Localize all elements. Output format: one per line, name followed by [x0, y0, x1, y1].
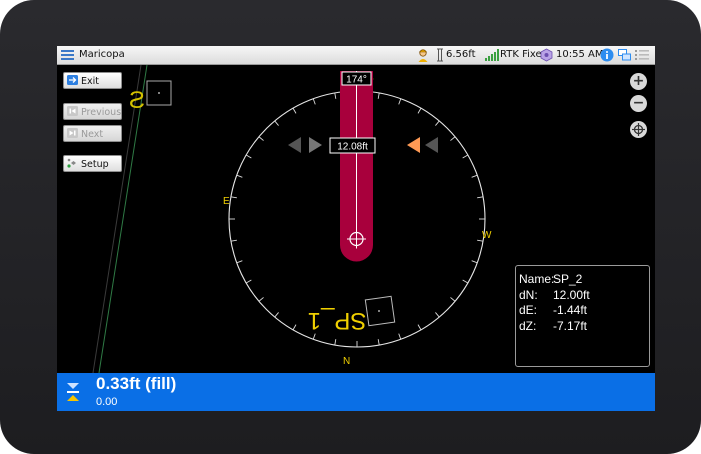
compass-tick	[450, 136, 456, 141]
windows-icon[interactable]	[618, 49, 631, 61]
compass-tick	[462, 154, 469, 159]
previous-icon	[67, 105, 78, 116]
exit-icon	[67, 74, 78, 85]
compass-tick	[274, 120, 279, 126]
zoom-in-button[interactable]: +	[630, 73, 647, 90]
list-icon[interactable]	[635, 49, 649, 61]
clock: 10:55 AM	[556, 49, 604, 60]
setup-label: Setup	[81, 159, 109, 170]
tablet-bezel: Maricopa 6.56ft RTK Fixed 10:55 AM S N E…	[0, 0, 701, 454]
compass-tick	[377, 92, 380, 99]
zoom-out-button[interactable]: −	[630, 95, 647, 112]
target-point-label: SP_1	[308, 307, 367, 334]
compass-tick	[236, 174, 243, 178]
right-arrow-icon	[425, 137, 438, 153]
dz-value: -7.17ft	[553, 318, 588, 333]
compass-tick	[462, 279, 469, 284]
cut-fill-value: 0.33ft (fill)	[96, 374, 177, 393]
compass-tick	[245, 154, 252, 159]
compass-west-label: W	[482, 230, 492, 241]
compass-tick	[471, 260, 478, 264]
compass-tick	[292, 107, 297, 114]
compass-east-label: E	[223, 196, 230, 207]
setup-icon	[67, 157, 78, 168]
compass-tick	[398, 98, 402, 105]
status-bar: Maricopa 6.56ft RTK Fixed 10:55 AM	[57, 46, 655, 65]
elevation-value: 0.00	[96, 396, 118, 408]
exit-label: Exit	[81, 76, 99, 87]
background-point-label: S	[129, 87, 145, 114]
de-label: dE:	[519, 303, 538, 317]
signal-strength-icon	[485, 49, 499, 61]
compass-tick	[435, 312, 440, 318]
dz-label: dZ:	[519, 318, 537, 333]
antenna-height[interactable]: 6.56ft	[446, 46, 476, 64]
left-arrow-icon	[309, 137, 322, 153]
left-arrow-icon	[288, 137, 301, 153]
dn-value: 12.00ft	[553, 287, 590, 302]
compass-tick	[274, 312, 279, 318]
compass-tick	[245, 279, 252, 284]
de-value: -1.44ft	[553, 303, 588, 317]
compass-tick	[377, 339, 380, 346]
exit-button[interactable]: Exit	[63, 72, 122, 89]
antenna-height-icon	[435, 48, 445, 62]
previous-button[interactable]: Previous	[63, 103, 122, 120]
compass-tick	[398, 333, 402, 340]
compass-tick	[450, 297, 456, 302]
screen: Maricopa 6.56ft RTK Fixed 10:55 AM S N E…	[57, 46, 655, 411]
compass-tick	[334, 339, 337, 346]
info-icon[interactable]	[600, 48, 614, 62]
center-position-button[interactable]	[630, 121, 647, 138]
orange-arrow-icon	[407, 137, 420, 153]
compass-tick	[230, 239, 237, 242]
point-info-panel: Name:SP_2 dN: 12.00ft dE: -1.44ft dZ: -7.17…	[515, 265, 650, 367]
compass-tick	[258, 297, 264, 302]
compass-tick	[417, 324, 422, 331]
target-point[interactable]: SP_1	[308, 295, 396, 334]
dn-label: dN:	[519, 287, 538, 302]
distance-value: 12.08ft	[337, 142, 368, 153]
satellite-icon[interactable]	[540, 48, 553, 62]
compass-tick	[292, 324, 297, 331]
point-name: SP_2	[553, 272, 583, 286]
setup-button[interactable]: Setup	[63, 155, 122, 172]
fill-indicator-icon	[67, 383, 79, 401]
name-label: Name:	[519, 272, 555, 286]
compass-tick	[417, 107, 422, 114]
previous-label: Previous	[81, 107, 122, 118]
compass-tick	[236, 260, 243, 264]
compass-tick	[312, 98, 316, 105]
compass-tick	[471, 174, 478, 178]
compass-tick	[258, 136, 264, 141]
compass-tick	[477, 196, 484, 199]
heading-value: 174°	[346, 75, 367, 86]
compass-tick	[435, 120, 440, 126]
next-label: Next	[81, 129, 104, 140]
compass-tick	[334, 92, 337, 99]
cut-fill-bar[interactable]: 0.33ft (fill) 0.00	[57, 373, 655, 411]
background-point[interactable]: S	[129, 80, 172, 114]
next-icon	[67, 127, 78, 138]
app-title: Maricopa	[79, 49, 125, 60]
menu-icon[interactable]	[61, 50, 74, 60]
locate-icon	[632, 123, 645, 136]
compass-tick	[230, 196, 237, 199]
surveyor-icon[interactable]	[417, 48, 429, 62]
next-button[interactable]: Next	[63, 125, 122, 142]
compass-north-label: N	[343, 356, 350, 367]
